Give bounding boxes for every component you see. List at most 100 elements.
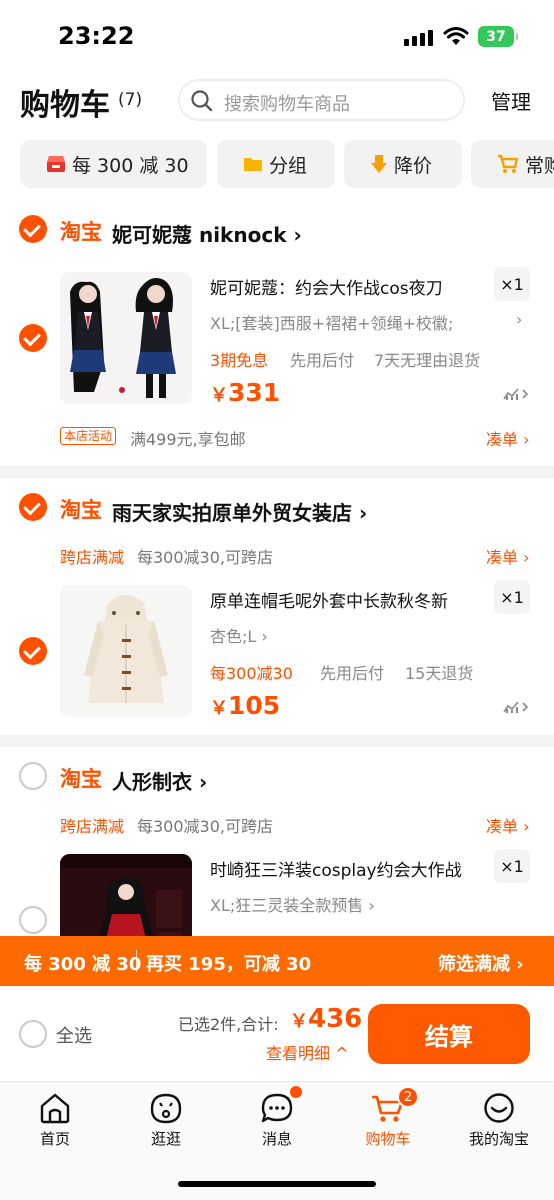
item-spec[interactable]: XL;狂三灵装全款预售 › bbox=[210, 892, 375, 916]
quantity-button[interactable]: ×1 bbox=[494, 267, 530, 301]
platform-tag: 淘宝 bbox=[60, 220, 102, 244]
status-bar: 23:22 37 bbox=[0, 0, 554, 72]
price-value: 105 bbox=[228, 691, 281, 720]
product-image[interactable] bbox=[60, 585, 192, 717]
search-icon bbox=[191, 90, 213, 112]
checkout-button[interactable]: 结算 bbox=[368, 1004, 530, 1064]
filter-chips: 每 300 减 30 分组 降价 常购 bbox=[0, 130, 554, 200]
item-spec[interactable]: 杏色;L › bbox=[210, 623, 268, 647]
shop-checkbox[interactable] bbox=[19, 493, 47, 521]
shop-name-link[interactable]: 人形制衣 › bbox=[112, 766, 207, 795]
chip-price-drop[interactable]: 降价 bbox=[344, 140, 462, 188]
item-checkbox[interactable] bbox=[19, 637, 47, 665]
chip-label: 常购 bbox=[525, 154, 554, 177]
shop-card: 淘宝 人形制衣 › 跨店满减 每300减30,可跨店 凑单 › 时崎狂三洋装co… bbox=[0, 747, 554, 936]
item-price: ￥331 bbox=[210, 378, 280, 407]
price-trend-icon[interactable] bbox=[503, 387, 529, 401]
select-all-label[interactable]: 全选 bbox=[56, 1022, 92, 1048]
currency-symbol: ￥ bbox=[210, 698, 228, 719]
total-price: ￥436 bbox=[290, 1004, 362, 1034]
promo-label: 跨店满减 bbox=[60, 817, 125, 836]
chevron-right-icon: › bbox=[523, 548, 530, 567]
strip-divider bbox=[136, 950, 137, 972]
cart-badge: 2 bbox=[397, 1086, 419, 1108]
shop-name: 雨天家实拍原单外贸女装店 bbox=[112, 501, 352, 525]
item-tag: 每300减30 bbox=[210, 664, 293, 683]
price-trend-icon[interactable] bbox=[503, 700, 529, 714]
chevron-right-icon: › bbox=[261, 627, 268, 646]
price-drop-arrow-icon bbox=[370, 154, 388, 174]
strip-rule: 每 300 减 30 bbox=[24, 954, 142, 975]
add-on-link[interactable]: 凑单 › bbox=[486, 813, 530, 837]
promo-text: 每300减30,可跨店 bbox=[137, 548, 273, 567]
home-indicator bbox=[178, 1181, 376, 1187]
quantity-button[interactable]: ×1 bbox=[494, 580, 530, 614]
shop-name-link[interactable]: 雨天家实拍原单外贸女装店 › bbox=[112, 497, 367, 526]
product-image[interactable] bbox=[60, 854, 192, 936]
tab-label: 我的淘宝 bbox=[468, 1130, 529, 1148]
chevron-right-icon: › bbox=[516, 954, 524, 975]
home-icon bbox=[40, 1093, 70, 1124]
item-spec[interactable]: XL;[套装]西服+褶裙+领绳+校徽; bbox=[210, 310, 453, 334]
currency-symbol: ￥ bbox=[290, 1011, 308, 1032]
add-on-label: 凑单 bbox=[486, 430, 519, 449]
promo-text: 每300减30,可跨店 bbox=[137, 817, 273, 836]
unread-dot bbox=[290, 1086, 302, 1098]
item-tag: 3期免息 bbox=[210, 351, 269, 370]
chevron-right-icon: › bbox=[368, 896, 375, 915]
add-on-link[interactable]: 凑单 › bbox=[486, 426, 530, 450]
item-title[interactable]: 时崎狂三洋装cosplay约会大作战 bbox=[210, 856, 462, 881]
shop-card: 淘宝 雨天家实拍原单外贸女装店 › 跨店满减 每300减30,可跨店 凑单 › … bbox=[0, 478, 554, 735]
shop-checkbox[interactable] bbox=[19, 762, 47, 790]
cellular-signal-icon bbox=[404, 30, 433, 46]
shop-name-link[interactable]: 妮可妮蔻 niknock › bbox=[112, 219, 302, 248]
search-placeholder: 搜索购物车商品 bbox=[224, 94, 350, 115]
chevron-right-icon: › bbox=[523, 430, 530, 449]
view-details-link[interactable]: 查看明细 ^ bbox=[266, 1040, 349, 1064]
shop-card: 淘宝 妮可妮蔻 niknock › 妮可妮蔻：约会大作战cos夜刀 ×1 XL;… bbox=[0, 200, 554, 466]
product-image[interactable] bbox=[60, 272, 192, 404]
shop-name: 妮可妮蔻 niknock bbox=[112, 223, 287, 247]
full-reduction-strip[interactable]: 每 300 减 30 再买 195，可减 30 筛选满减 › bbox=[0, 936, 554, 986]
wifi-icon bbox=[443, 27, 469, 45]
item-title[interactable]: 原单连帽毛呢外套中长款秋冬新 bbox=[210, 587, 448, 612]
item-tag: 15天退货 bbox=[405, 664, 474, 683]
chevron-right-icon: › bbox=[198, 770, 208, 794]
chevron-right-icon: › bbox=[358, 501, 368, 525]
item-title[interactable]: 妮可妮蔻：约会大作战cos夜刀 bbox=[210, 274, 443, 299]
tab-label: 首页 bbox=[39, 1130, 70, 1148]
item-spec-text: XL;狂三灵装全款预售 bbox=[210, 896, 364, 915]
page-title: 购物车 bbox=[20, 88, 110, 123]
manage-button[interactable]: 管理 bbox=[491, 86, 531, 115]
status-time: 23:22 bbox=[58, 22, 135, 50]
chip-label: 分组 bbox=[269, 154, 308, 177]
checkout-bar: 全选 已选2件,合计: ￥436 查看明细 ^ 结算 bbox=[0, 986, 554, 1081]
item-tag: 先用后付 bbox=[320, 664, 385, 683]
platform-tag: 淘宝 bbox=[60, 767, 102, 791]
quantity-button[interactable]: ×1 bbox=[494, 849, 530, 883]
store-coupon-icon bbox=[46, 155, 66, 173]
tab-my-taobao[interactable]: 我的淘宝 bbox=[444, 1092, 554, 1149]
cart-count: (7) bbox=[118, 90, 143, 110]
chip-group[interactable]: 分组 bbox=[217, 140, 335, 188]
chevron-right-icon: › bbox=[516, 310, 523, 329]
chip-full-reduction[interactable]: 每 300 减 30 bbox=[20, 140, 207, 188]
tab-messages[interactable]: 消息 bbox=[222, 1086, 332, 1149]
chevron-right-icon: › bbox=[293, 223, 302, 247]
filter-reduction-link[interactable]: 筛选满减 › bbox=[438, 950, 524, 976]
tab-explore[interactable]: 逛逛 bbox=[111, 1092, 221, 1149]
add-on-link[interactable]: 凑单 › bbox=[486, 544, 530, 568]
shop-checkbox[interactable] bbox=[19, 215, 47, 243]
tab-home[interactable]: 首页 bbox=[0, 1092, 110, 1149]
tab-cart[interactable]: 2 购物车 bbox=[333, 1086, 443, 1149]
item-checkbox[interactable] bbox=[19, 324, 47, 352]
view-details-label: 查看明细 bbox=[266, 1044, 331, 1063]
bottom-tab-bar: 首页 逛逛 消息 2 购物车 我的淘宝 bbox=[0, 1081, 554, 1200]
chip-frequent[interactable]: 常购 bbox=[471, 140, 554, 188]
item-spec-text: XL;[套装]西服+褶裙+领绳+校徽; bbox=[210, 314, 454, 333]
item-checkbox[interactable] bbox=[19, 906, 47, 934]
selected-count: 已选2件,合计: bbox=[178, 1015, 279, 1034]
select-all-checkbox[interactable] bbox=[19, 1020, 47, 1048]
search-input[interactable]: 搜索购物车商品 bbox=[178, 79, 465, 121]
tab-label: 逛逛 bbox=[150, 1130, 181, 1148]
